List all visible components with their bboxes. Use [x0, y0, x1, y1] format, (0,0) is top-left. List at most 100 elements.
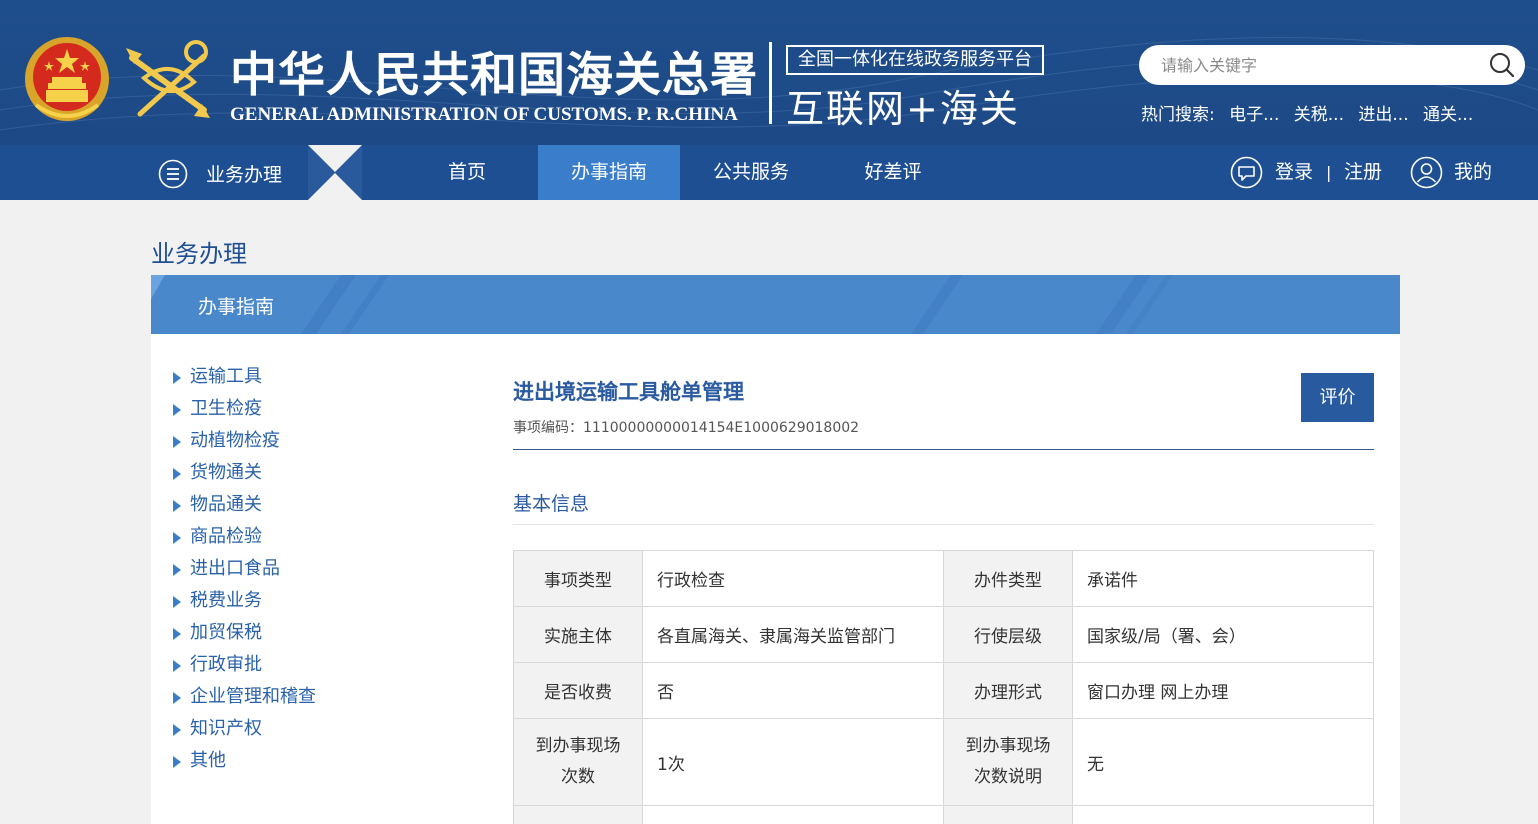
category-label: 物品通关 [190, 494, 262, 515]
national-emblem-icon [25, 37, 109, 121]
field-value: 1次 [642, 718, 944, 806]
field-label: 事项类型 [513, 550, 643, 607]
triangle-right-icon [173, 532, 181, 544]
triangle-right-icon [173, 500, 181, 512]
category-label: 动植物检疫 [190, 430, 280, 451]
category-label: 知识产权 [190, 718, 262, 739]
search-icon[interactable] [1489, 52, 1515, 78]
category-item[interactable]: 行政审批 [173, 652, 316, 684]
field-label: 是否收费 [513, 662, 643, 719]
field-label: 到办事现场次数 [513, 718, 643, 806]
hot-search: 热门搜索: 电子... 关税... 进出... 通关... [1141, 100, 1482, 125]
service-title: 进出境运输工具舱单管理 [513, 380, 744, 404]
menu-icon [158, 159, 188, 189]
table-row: 到办事现场次数 1次 到办事现场次数说明 无 [513, 718, 1374, 806]
table-row [513, 805, 1374, 824]
category-item[interactable]: 知识产权 [173, 716, 316, 748]
field-label [513, 805, 643, 824]
category-item[interactable]: 其他 [173, 748, 316, 780]
page-title: 业务办理 [151, 240, 247, 268]
nav-business-label: 业务办理 [206, 164, 283, 186]
content-panel: 运输工具 卫生检疫 动植物检疫 货物通关 物品通关 商品检验 进出口食品 税费业… [151, 334, 1400, 824]
site-title-cn: 中华人民共和国海关总署 [230, 48, 758, 103]
category-item[interactable]: 物品通关 [173, 492, 316, 524]
triangle-right-icon [173, 628, 181, 640]
category-item[interactable]: 企业管理和稽查 [173, 684, 316, 716]
table-row: 是否收费 否 办理形式 窗口办理 网上办理 [513, 662, 1374, 719]
nav-notch-decoration [308, 145, 362, 200]
user-icon[interactable] [1410, 156, 1443, 189]
table-row: 事项类型 行政检查 办件类型 承诺件 [513, 550, 1374, 607]
field-label: 到办事现场次数说明 [943, 718, 1073, 806]
main-nav: 业务办理 首页 办事指南 公共服务 好差评 登录 | 注册 我的 [0, 145, 1538, 200]
login-link[interactable]: 登录 [1275, 145, 1313, 200]
category-list: 运输工具 卫生检疫 动植物检疫 货物通关 物品通关 商品检验 进出口食品 税费业… [173, 364, 316, 780]
field-value: 各直属海关、隶属海关监管部门 [642, 606, 944, 663]
category-label: 卫生检疫 [190, 398, 262, 419]
field-label: 实施主体 [513, 606, 643, 663]
register-link[interactable]: 注册 [1344, 145, 1382, 200]
triangle-right-icon [173, 404, 181, 416]
category-item[interactable]: 进出口食品 [173, 556, 316, 588]
site-header: 中华人民共和国海关总署 GENERAL ADMINISTRATION OF CU… [0, 0, 1538, 145]
category-item[interactable]: 加贸保税 [173, 620, 316, 652]
customs-logo-icon [126, 40, 210, 118]
triangle-right-icon [173, 660, 181, 672]
nav-item-guide[interactable]: 办事指南 [538, 145, 680, 200]
category-label: 企业管理和稽查 [190, 686, 316, 707]
nav-item-home[interactable]: 首页 [396, 145, 538, 200]
field-value [1072, 805, 1374, 824]
category-item[interactable]: 卫生检疫 [173, 396, 316, 428]
evaluate-button[interactable]: 评价 [1301, 373, 1374, 422]
field-label: 行使层级 [943, 606, 1073, 663]
category-label: 运输工具 [190, 366, 262, 387]
my-account-link[interactable]: 我的 [1454, 145, 1492, 200]
category-item[interactable]: 运输工具 [173, 364, 316, 396]
header-divider [769, 42, 772, 124]
category-item[interactable]: 税费业务 [173, 588, 316, 620]
field-value: 无 [1072, 718, 1374, 806]
platform-badge: 全国一体化在线政务服务平台 [786, 45, 1044, 75]
category-item[interactable]: 货物通关 [173, 460, 316, 492]
section-title: 基本信息 [513, 493, 590, 515]
field-value: 窗口办理 网上办理 [1072, 662, 1374, 719]
category-label: 其他 [190, 750, 226, 771]
nav-item-rating[interactable]: 好差评 [822, 145, 964, 200]
section-divider [513, 524, 1374, 525]
category-label: 加贸保税 [190, 622, 262, 643]
banner-title: 办事指南 [198, 296, 275, 318]
triangle-right-icon [173, 692, 181, 704]
triangle-right-icon [173, 436, 181, 448]
category-item[interactable]: 商品检验 [173, 524, 316, 556]
triangle-right-icon [173, 724, 181, 736]
nav-item-public-service[interactable]: 公共服务 [680, 145, 822, 200]
triangle-right-icon [173, 564, 181, 576]
platform-name: 互联网+海关 [786, 87, 1020, 131]
category-label: 行政审批 [190, 654, 262, 675]
triangle-right-icon [173, 372, 181, 384]
hot-search-item[interactable]: 关税... [1294, 105, 1344, 125]
field-label [943, 805, 1073, 824]
field-value: 行政检查 [642, 550, 944, 607]
triangle-right-icon [173, 596, 181, 608]
service-code: 事项编码：11100000000014154E1000629018002 [513, 420, 860, 436]
hot-search-item[interactable]: 电子... [1229, 105, 1279, 125]
site-title-en: GENERAL ADMINISTRATION OF CUSTOMS. P. R.… [230, 104, 738, 125]
triangle-right-icon [173, 468, 181, 480]
field-value [642, 805, 944, 824]
banner-stripes-decoration [151, 275, 1173, 334]
category-item[interactable]: 动植物检疫 [173, 428, 316, 460]
category-label: 进出口食品 [190, 558, 280, 579]
search-input[interactable] [1161, 53, 1471, 77]
section-banner: 办事指南 [151, 275, 1400, 334]
chat-icon[interactable] [1230, 156, 1263, 189]
search-box [1139, 45, 1525, 85]
hot-search-item[interactable]: 通关... [1423, 105, 1473, 125]
field-label: 办理形式 [943, 662, 1073, 719]
category-label: 商品检验 [190, 526, 262, 547]
field-label-text: 到办事现场次数说明 [965, 736, 1051, 787]
hot-search-item[interactable]: 进出... [1358, 105, 1408, 125]
title-divider [513, 449, 1374, 450]
triangle-right-icon [173, 756, 181, 768]
field-value: 国家级/局（署、会） [1072, 606, 1374, 663]
